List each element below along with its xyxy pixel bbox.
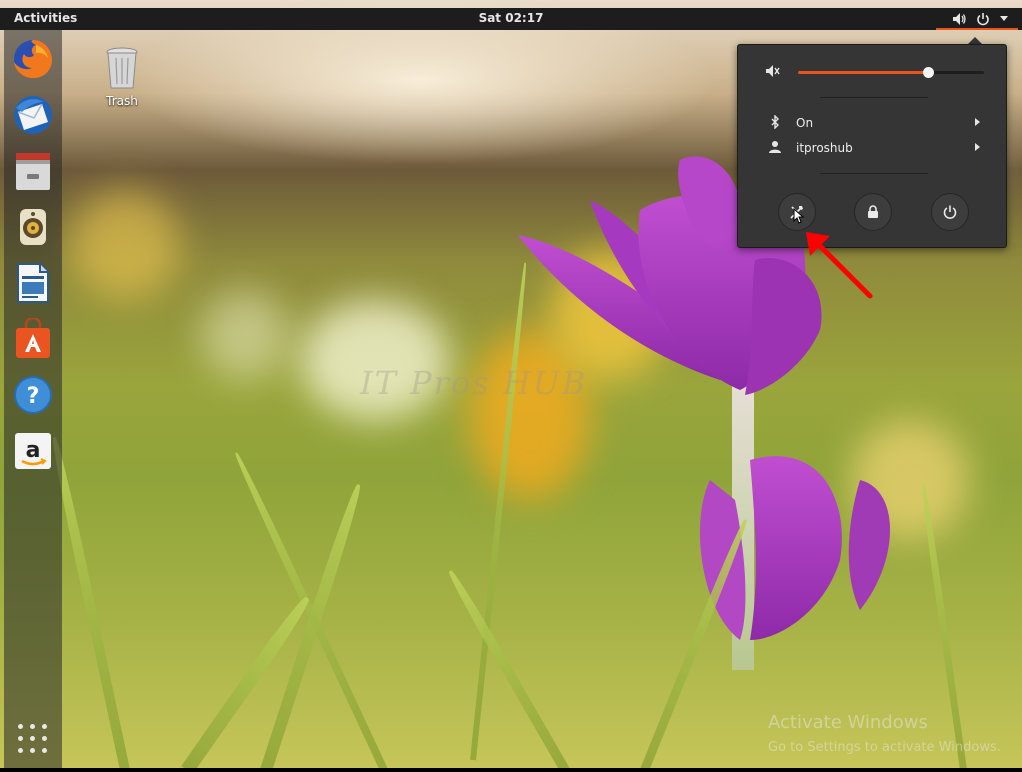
amazon-icon: a [15, 433, 51, 469]
svg-text:?: ? [27, 384, 40, 409]
lock-button[interactable] [854, 193, 892, 231]
dock-item-writer[interactable] [12, 262, 54, 304]
settings-button[interactable] [778, 193, 816, 231]
brand-watermark: IT Pros HUB [360, 364, 588, 402]
top-bar: Activities Sat 02:17 [0, 8, 1022, 30]
rhythmbox-icon [20, 209, 46, 245]
power-off-button[interactable] [931, 193, 969, 231]
chevron-right-icon [975, 143, 980, 151]
dock-item-firefox[interactable] [12, 38, 54, 80]
chevron-down-icon [1000, 16, 1008, 21]
writer-icon [17, 263, 49, 303]
activate-windows-subtitle: Go to Settings to activate Windows. [768, 740, 1001, 755]
volume-slider-row[interactable] [766, 63, 988, 79]
activate-windows-title: Activate Windows [768, 712, 928, 733]
indicator-active-underline [936, 28, 1018, 30]
thunderbird-icon [14, 96, 52, 134]
dock-item-thunderbird[interactable] [12, 94, 54, 136]
trash-label: Trash [106, 94, 138, 108]
show-applications-button[interactable] [18, 724, 48, 754]
files-icon [16, 153, 50, 190]
user-name-label: itproshub [796, 141, 853, 155]
volume-slider-fill [798, 71, 929, 74]
menu-separator [820, 173, 928, 174]
bokeh-blob [300, 300, 450, 420]
volume-slider-handle[interactable] [923, 67, 935, 78]
dock: ? a [4, 30, 62, 768]
system-menu: On itproshub [737, 44, 1007, 248]
power-icon [977, 13, 989, 26]
system-indicators[interactable] [952, 9, 1008, 29]
power-icon [943, 205, 957, 219]
help-icon: ? [14, 376, 52, 414]
chevron-right-icon [975, 118, 980, 126]
trash-desktop-icon[interactable]: Trash [100, 46, 144, 108]
screen-border [0, 768, 1022, 772]
dock-item-files[interactable] [12, 150, 54, 192]
svg-text:a: a [26, 438, 41, 463]
volume-slider[interactable] [798, 67, 984, 78]
clock[interactable]: Sat 02:17 [0, 11, 1022, 25]
dock-item-rhythmbox[interactable] [12, 206, 54, 248]
speaker-muted-icon [766, 65, 780, 77]
user-icon [769, 141, 781, 153]
software-icon [16, 316, 50, 358]
menu-separator [820, 97, 928, 98]
lock-icon [868, 205, 878, 218]
bluetooth-status-label: On [796, 116, 814, 130]
bokeh-blob [200, 290, 290, 380]
user-menu-item[interactable]: itproshub [738, 137, 1006, 159]
dock-item-help[interactable]: ? [12, 374, 54, 416]
dock-item-amazon[interactable]: a [12, 430, 54, 472]
trash-icon [106, 47, 138, 89]
speaker-icon [953, 13, 966, 25]
mouse-cursor-icon [793, 208, 805, 224]
dock-item-ubuntu-software[interactable] [12, 316, 54, 360]
bluetooth-icon [771, 115, 779, 129]
firefox-icon [14, 40, 53, 79]
bokeh-blob [70, 190, 180, 300]
bluetooth-menu-item[interactable]: On [738, 112, 1006, 134]
